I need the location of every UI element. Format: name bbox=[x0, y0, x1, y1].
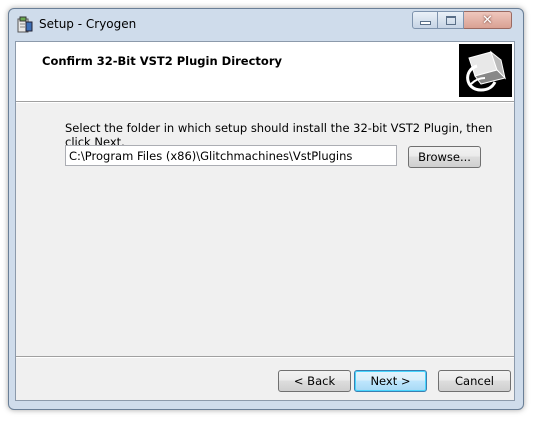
folder-path-input[interactable] bbox=[65, 145, 397, 166]
page-title: Confirm 32-Bit VST2 Plugin Directory bbox=[42, 54, 282, 68]
browse-button[interactable]: Browse... bbox=[408, 146, 481, 168]
cancel-button[interactable]: Cancel bbox=[438, 370, 511, 392]
window-title: Setup - Cryogen bbox=[39, 17, 137, 31]
title-bar[interactable]: Setup - Cryogen ✕ bbox=[9, 9, 523, 41]
close-icon: ✕ bbox=[482, 12, 493, 28]
minimize-icon bbox=[419, 21, 431, 25]
next-button[interactable]: Next > bbox=[354, 370, 427, 392]
back-button[interactable]: < Back bbox=[278, 370, 351, 392]
maximize-icon bbox=[445, 15, 456, 25]
close-button[interactable]: ✕ bbox=[464, 11, 512, 29]
installer-icon bbox=[17, 16, 33, 33]
installer-logo bbox=[459, 44, 512, 97]
setup-window: Setup - Cryogen ✕ Confirm 32-Bit VST2 Pl… bbox=[8, 8, 524, 410]
maximize-button[interactable] bbox=[438, 11, 464, 29]
wizard-body: Confirm 32-Bit VST2 Plugin Directory Sel… bbox=[15, 41, 515, 401]
wizard-header: Confirm 32-Bit VST2 Plugin Directory bbox=[16, 42, 514, 101]
header-divider bbox=[16, 101, 514, 103]
footer-divider bbox=[16, 356, 514, 358]
minimize-button[interactable] bbox=[412, 11, 438, 29]
